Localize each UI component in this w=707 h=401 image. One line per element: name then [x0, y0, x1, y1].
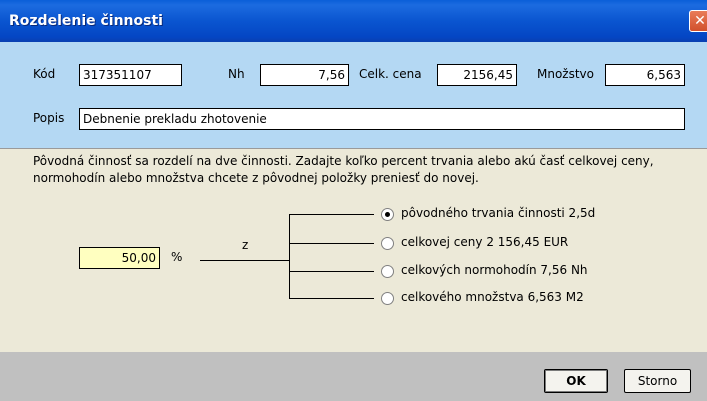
connector-line — [200, 260, 290, 261]
option-quantity-label[interactable]: celkového množstva 6,563 M2 — [401, 290, 584, 304]
popis-field[interactable]: Debnenie prekladu zhotovenie — [79, 108, 685, 130]
branch-line-2 — [289, 243, 374, 244]
option-normhours-label[interactable]: celkových normohodín 7,56 Nh — [401, 263, 588, 277]
kod-field[interactable]: 317351107 — [79, 64, 182, 86]
branch-line-4 — [289, 298, 374, 299]
description-line-2: normohodín alebo množstva chcete z pôvod… — [33, 171, 479, 185]
nh-label: Nh — [228, 67, 245, 81]
celk-cena-label: Celk. cena — [359, 67, 422, 81]
dialog-window: Rozdelenie činnosti ✕ Kód 317351107 Nh 7… — [0, 0, 707, 401]
branch-line-1 — [289, 214, 374, 215]
popis-label: Popis — [33, 111, 65, 125]
storno-button[interactable]: Storno — [624, 369, 691, 393]
radio-selected-dot — [385, 212, 390, 217]
radio-price[interactable] — [381, 237, 394, 250]
connector-vertical — [289, 214, 290, 299]
title-bar[interactable]: Rozdelenie činnosti ✕ — [0, 0, 707, 42]
item-info-panel: Kód 317351107 Nh 7,56 Celk. cena 2156,45… — [0, 42, 707, 148]
percent-input[interactable]: 50,00 — [79, 247, 160, 269]
option-duration-label[interactable]: pôvodného trvania činnosti 2,5d — [401, 206, 595, 220]
mnozstvo-field[interactable]: 6,563 — [605, 64, 685, 86]
branch-line-3 — [289, 271, 374, 272]
window-title: Rozdelenie činnosti — [9, 13, 163, 29]
description-line-1: Pôvodná činnosť sa rozdelí na dve činnos… — [33, 154, 654, 168]
percent-unit: % — [171, 250, 183, 264]
celk-cena-field[interactable]: 2156,45 — [437, 64, 517, 86]
mnozstvo-label: Množstvo — [537, 67, 594, 81]
nh-field[interactable]: 7,56 — [260, 64, 349, 86]
kod-label: Kód — [33, 67, 56, 81]
z-label: z — [242, 238, 249, 252]
option-price-label[interactable]: celkovej ceny 2 156,45 EUR — [401, 235, 568, 249]
radio-quantity[interactable] — [381, 292, 394, 305]
separator — [0, 148, 707, 149]
radio-normhours[interactable] — [381, 265, 394, 278]
description-text: Pôvodná činnosť sa rozdelí na dve činnos… — [33, 153, 693, 187]
radio-duration[interactable] — [381, 208, 394, 221]
ok-button[interactable]: OK — [544, 369, 608, 393]
close-icon[interactable]: ✕ — [689, 10, 707, 32]
